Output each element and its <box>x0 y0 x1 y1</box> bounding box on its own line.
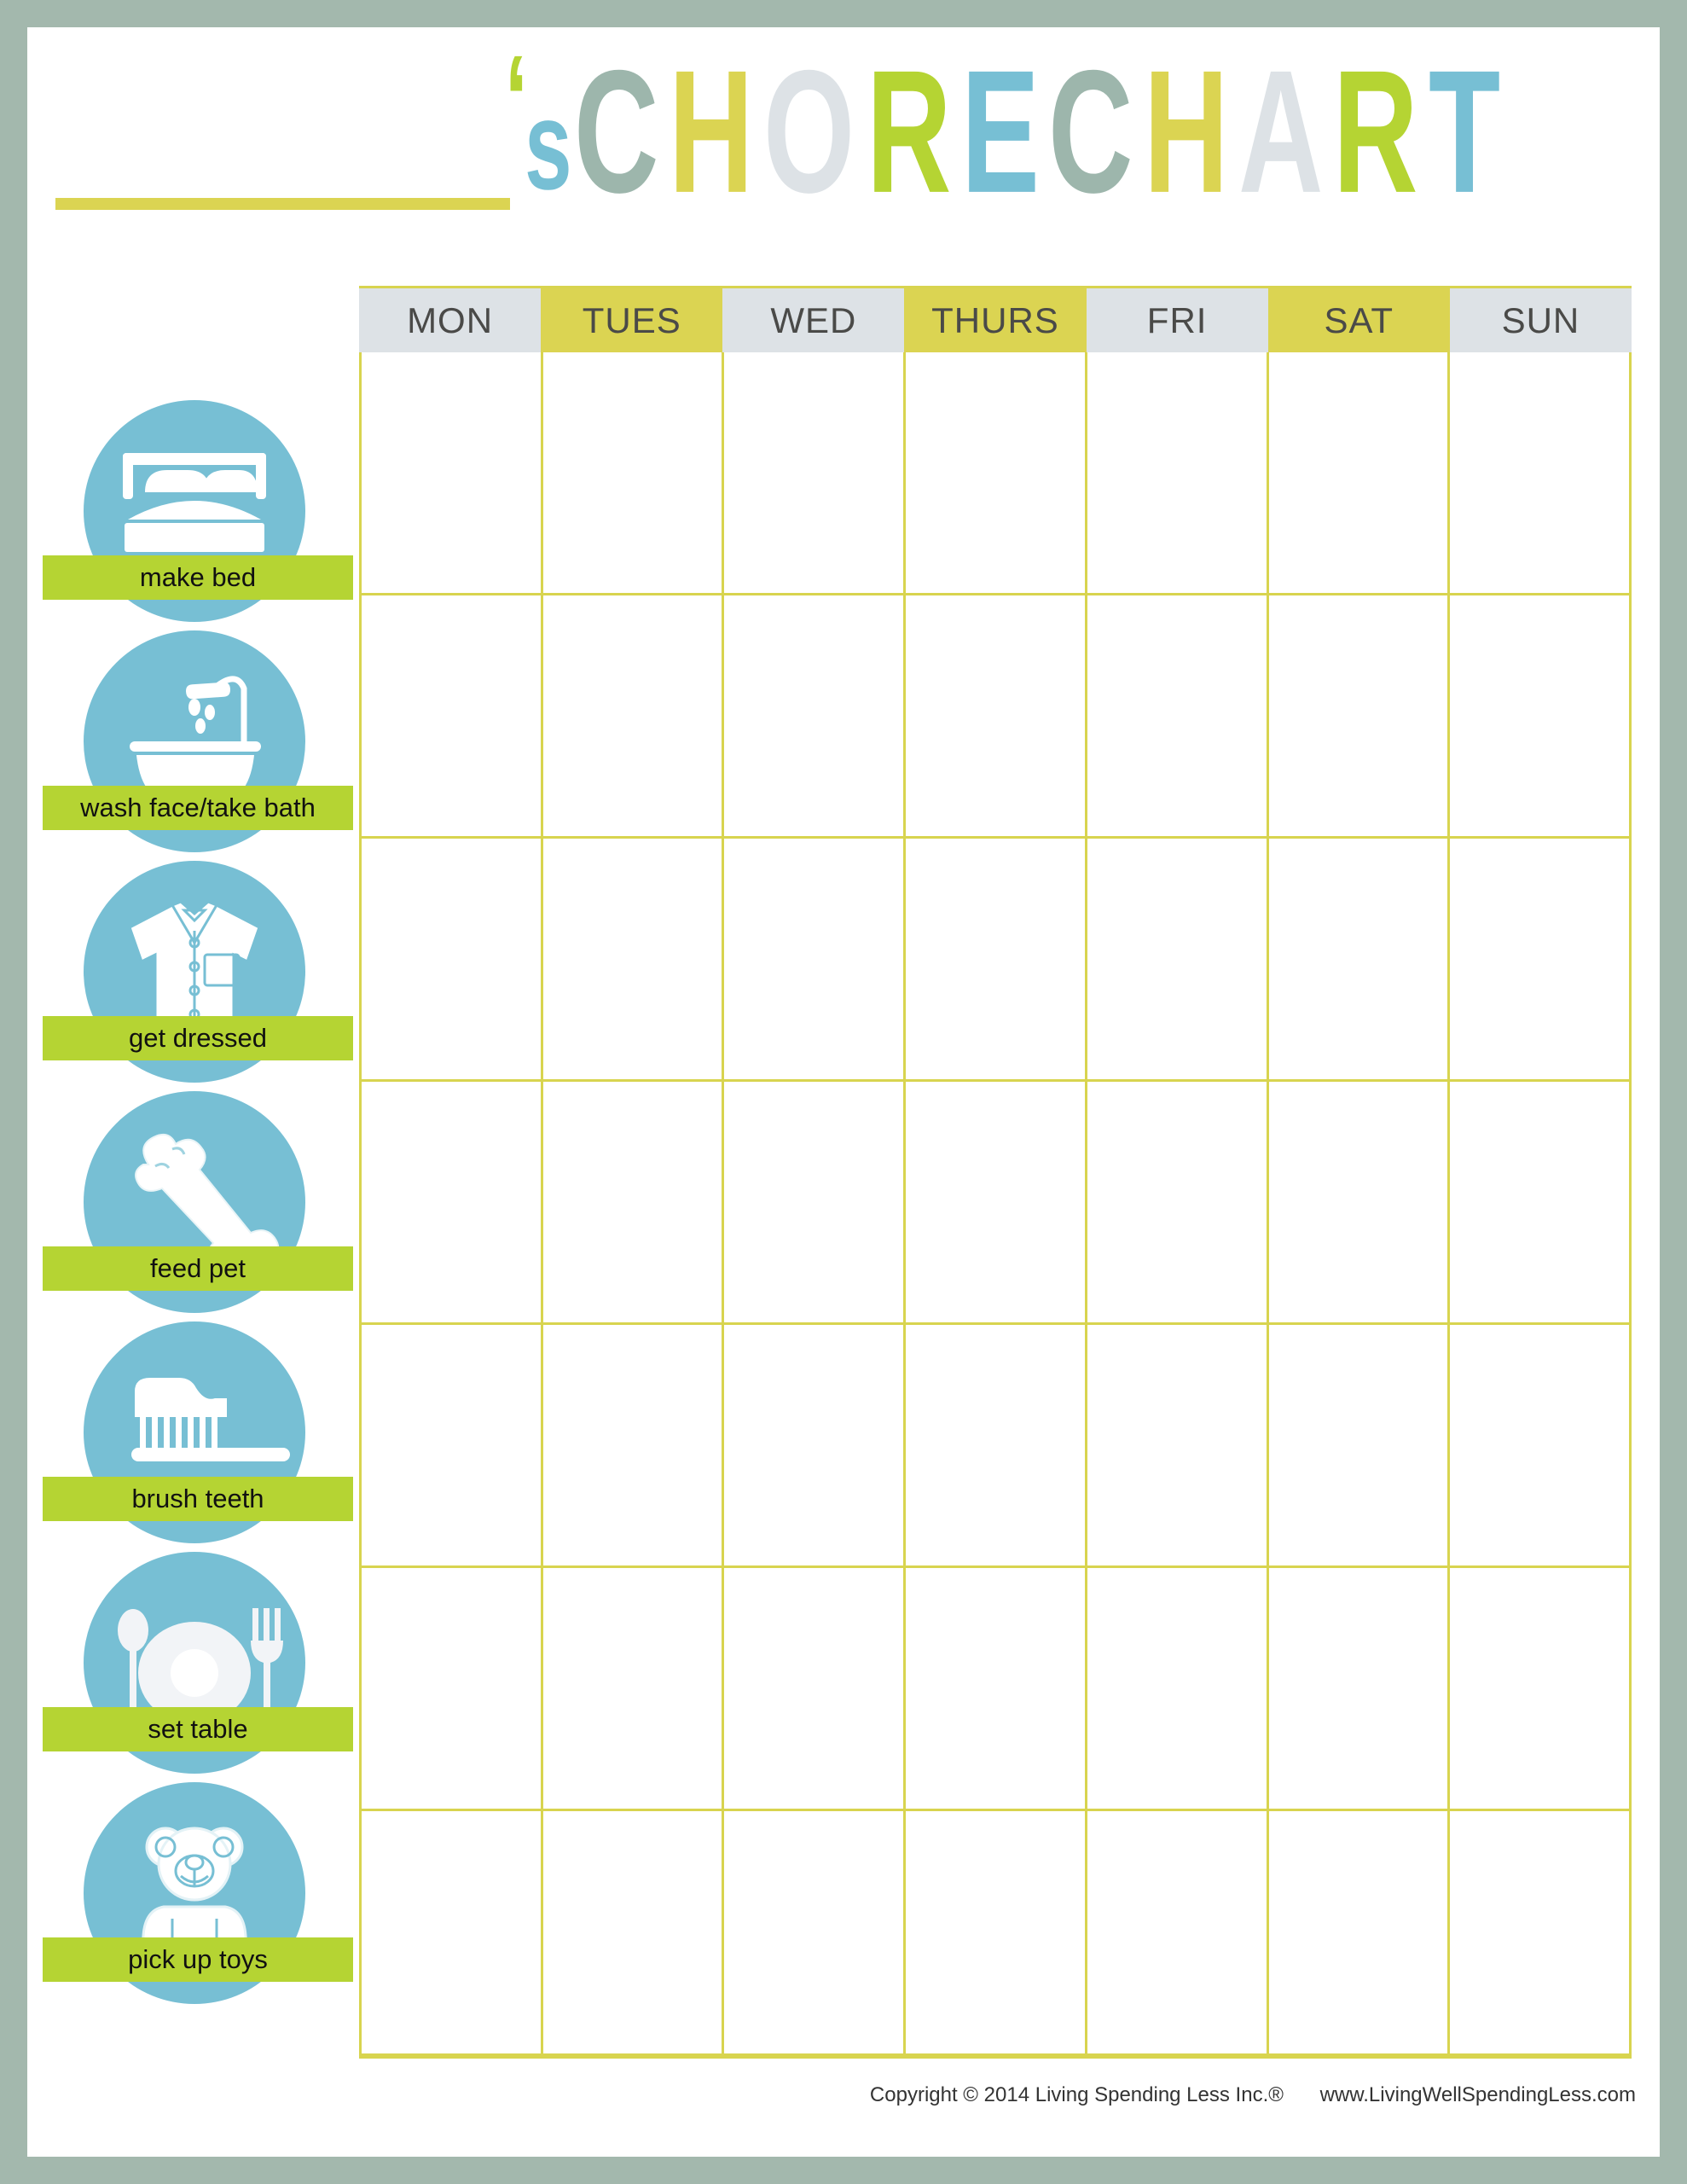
title-letter-9: A <box>1238 33 1324 229</box>
table-row <box>362 595 1629 839</box>
checkbox-cell[interactable] <box>724 1811 907 2054</box>
table-row <box>362 839 1629 1082</box>
day-header-thurs: THURS <box>904 288 1087 352</box>
checkbox-cell[interactable] <box>906 1325 1087 1565</box>
table-row <box>362 352 1629 595</box>
day-header-sun: SUN <box>1449 288 1632 352</box>
checkbox-cell[interactable] <box>1450 352 1629 593</box>
title-letter-10: R <box>1333 33 1418 229</box>
checkbox-cell[interactable] <box>1269 1082 1451 1322</box>
day-header-sat: SAT <box>1267 288 1450 352</box>
checkbox-cell[interactable] <box>362 1082 543 1322</box>
checkbox-cell[interactable] <box>1087 1811 1269 2054</box>
checkbox-cell[interactable] <box>724 1325 907 1565</box>
checkbox-cell[interactable] <box>906 1082 1087 1322</box>
table-header-row: MON TUES WED THURS FRI SAT SUN <box>359 286 1632 355</box>
page-title: ‘sC H O R E C H A R T <box>505 31 1648 229</box>
chore-list: make bed wash face/take bath get dressed fe… <box>27 27 386 2157</box>
title-letter-5: R <box>867 33 952 229</box>
chore-row: set table <box>27 1552 386 1784</box>
footer: Copyright © 2014 Living Spending Less In… <box>27 2083 1660 2135</box>
copyright-text: Copyright © 2014 Living Spending Less In… <box>869 2083 1284 2106</box>
chore-row: feed pet <box>27 1091 386 1323</box>
checkbox-cell[interactable] <box>362 1325 543 1565</box>
chore-label: set table <box>43 1707 353 1751</box>
checkbox-cell[interactable] <box>1450 1811 1629 2054</box>
title-letter-3: H <box>668 33 754 229</box>
table-row <box>362 1325 1629 1568</box>
checkbox-cell[interactable] <box>1450 595 1629 836</box>
checkbox-cell[interactable] <box>724 1082 907 1322</box>
checkbox-cell[interactable] <box>906 595 1087 836</box>
table-body <box>359 352 1632 2059</box>
checkbox-cell[interactable] <box>1450 1325 1629 1565</box>
chore-label: pick up toys <box>43 1937 353 1982</box>
chore-label: get dressed <box>43 1016 353 1060</box>
checkbox-cell[interactable] <box>1087 1082 1269 1322</box>
table-row <box>362 1568 1629 1811</box>
checkbox-cell[interactable] <box>543 595 725 836</box>
checkbox-cell[interactable] <box>543 1811 725 2054</box>
checkbox-cell[interactable] <box>543 839 725 1079</box>
checkbox-cell[interactable] <box>724 352 907 593</box>
checkbox-cell[interactable] <box>362 839 543 1079</box>
checkbox-cell[interactable] <box>906 352 1087 593</box>
title-letter-11: T <box>1428 33 1500 229</box>
checkbox-cell[interactable] <box>1269 1325 1451 1565</box>
title-letter-6: E <box>961 33 1040 229</box>
chore-row: get dressed <box>27 861 386 1093</box>
checkbox-cell[interactable] <box>1269 595 1451 836</box>
title-letter-8: H <box>1143 33 1229 229</box>
checkbox-cell[interactable] <box>543 1568 725 1809</box>
checkbox-cell[interactable] <box>724 839 907 1079</box>
chore-label: wash face/take bath <box>43 786 353 830</box>
checkbox-cell[interactable] <box>362 352 543 593</box>
checkbox-cell[interactable] <box>362 595 543 836</box>
chore-row: pick up toys <box>27 1782 386 2014</box>
website-link[interactable]: www.LivingWellSpendingLess.com <box>1320 2083 1636 2106</box>
checkbox-cell[interactable] <box>362 1811 543 2054</box>
checkbox-cell[interactable] <box>1087 595 1269 836</box>
checkbox-cell[interactable] <box>1087 839 1269 1079</box>
checkbox-cell[interactable] <box>1087 352 1269 593</box>
checkbox-cell[interactable] <box>724 595 907 836</box>
chore-chart-page: ‘sC H O R E C H A R T make bed wash face/take bath… <box>0 0 1687 2184</box>
title-letter-2: C <box>573 33 659 229</box>
chart-sheet: ‘sC H O R E C H A R T make bed wash face/take bath… <box>27 27 1660 2157</box>
chore-label: make bed <box>43 555 353 600</box>
checkbox-cell[interactable] <box>1269 1811 1451 2054</box>
checkbox-cell[interactable] <box>1087 1325 1269 1565</box>
day-header-mon: MON <box>359 288 542 352</box>
checkbox-cell[interactable] <box>543 1082 725 1322</box>
checkbox-cell[interactable] <box>543 352 725 593</box>
checkbox-cell[interactable] <box>906 1811 1087 2054</box>
day-header-wed: WED <box>722 288 905 352</box>
checkbox-cell[interactable] <box>906 839 1087 1079</box>
checkbox-cell[interactable] <box>362 1568 543 1809</box>
week-table: MON TUES WED THURS FRI SAT SUN <box>359 286 1632 2059</box>
chore-row: make bed <box>27 400 386 632</box>
checkbox-cell[interactable] <box>1269 839 1451 1079</box>
title-letter-0: ‘ <box>505 30 528 168</box>
checkbox-cell[interactable] <box>1269 1568 1451 1809</box>
day-header-tues: TUES <box>541 288 723 352</box>
chore-row: brush teeth <box>27 1321 386 1554</box>
day-header-fri: FRI <box>1086 288 1268 352</box>
checkbox-cell[interactable] <box>724 1568 907 1809</box>
checkbox-cell[interactable] <box>1450 1568 1629 1809</box>
title-letter-1: s <box>524 74 572 217</box>
checkbox-cell[interactable] <box>906 1568 1087 1809</box>
chore-label: feed pet <box>43 1246 353 1291</box>
checkbox-cell[interactable] <box>543 1325 725 1565</box>
checkbox-cell[interactable] <box>1269 352 1451 593</box>
title-letter-7: C <box>1048 33 1133 229</box>
checkbox-cell[interactable] <box>1450 839 1629 1079</box>
chore-row: wash face/take bath <box>27 630 386 863</box>
table-row <box>362 1082 1629 1325</box>
title-letter-4: O <box>763 33 855 229</box>
checkbox-cell[interactable] <box>1450 1082 1629 1322</box>
chore-label: brush teeth <box>43 1477 353 1521</box>
table-row <box>362 1811 1629 2054</box>
checkbox-cell[interactable] <box>1087 1568 1269 1809</box>
